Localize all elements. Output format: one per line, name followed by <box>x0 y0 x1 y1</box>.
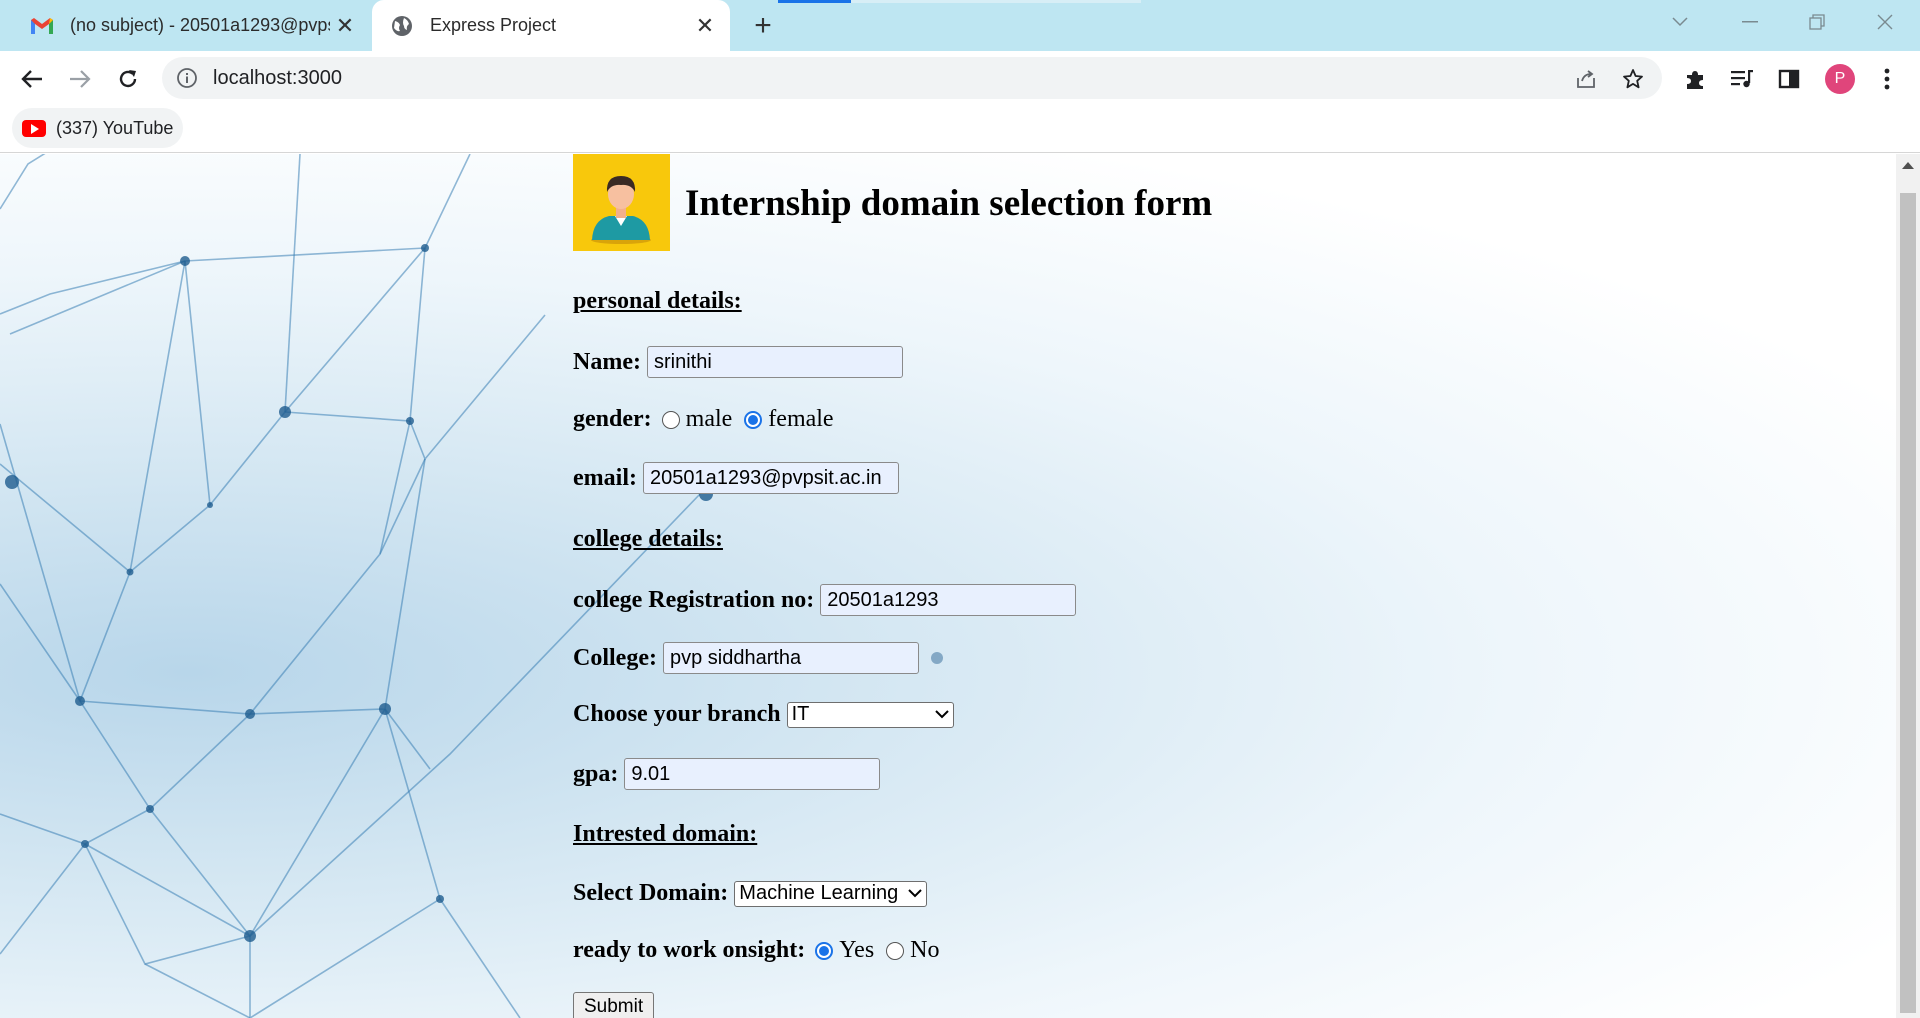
domain-label: Select Domain: <box>573 880 729 906</box>
page-title: Internship domain selection form <box>685 183 1213 224</box>
menu-kebab-icon[interactable] <box>1873 65 1901 93</box>
bookmark-star-icon[interactable] <box>1620 66 1646 92</box>
onsite-yes-radio[interactable] <box>815 941 834 960</box>
close-tab-icon[interactable]: ✕ <box>330 11 360 41</box>
onsite-no-label[interactable]: No <box>910 937 939 964</box>
tab-title: (no subject) - 20501a1293@pvps <box>70 15 330 35</box>
url-text[interactable]: localhost:3000 <box>213 67 342 90</box>
branch-label: Choose your branch <box>573 701 781 727</box>
side-panel-icon[interactable] <box>1775 65 1803 93</box>
minimize-icon[interactable] <box>1715 0 1785 44</box>
profile-avatar[interactable]: P <box>1825 64 1855 94</box>
site-info-icon[interactable] <box>176 67 198 89</box>
back-arrow-icon[interactable] <box>12 59 52 99</box>
tab-express-project[interactable]: Express Project ✕ <box>372 0 730 51</box>
email-label: email: <box>573 464 637 491</box>
branch-select[interactable]: IT <box>786 701 954 728</box>
media-playlist-icon[interactable] <box>1728 65 1756 93</box>
gmail-icon <box>30 14 54 38</box>
branch-selected-value: IT <box>791 703 810 725</box>
share-icon[interactable] <box>1573 66 1599 92</box>
section-personal-details: personal details: <box>573 288 742 314</box>
chevron-down-icon <box>934 710 949 719</box>
bookmark-label: (337) YouTube <box>56 117 174 138</box>
scroll-up-arrow-icon[interactable] <box>1902 162 1914 169</box>
tab-strip-highlight <box>851 0 1141 3</box>
gender-female-label[interactable]: female <box>768 406 833 433</box>
gender-label: gender: <box>573 406 652 432</box>
gender-male-label[interactable]: male <box>686 406 733 433</box>
name-input[interactable]: srinithi <box>646 346 903 378</box>
college-label: College: <box>573 644 657 671</box>
globe-icon <box>390 14 414 38</box>
scrollbar-thumb[interactable] <box>1900 193 1916 1013</box>
bookmark-youtube[interactable]: (337) YouTube <box>12 108 184 148</box>
onsite-no-radio[interactable] <box>886 941 905 960</box>
gpa-label: gpa: <box>573 760 619 787</box>
extensions-puzzle-icon[interactable] <box>1681 65 1709 93</box>
gpa-input[interactable]: 9.01 <box>624 758 881 790</box>
domain-select[interactable]: Machine Learning <box>734 880 928 907</box>
close-tab-icon[interactable]: ✕ <box>690 11 720 41</box>
onsite-yes-label[interactable]: Yes <box>839 937 874 964</box>
college-input[interactable]: pvp siddhartha <box>662 642 919 674</box>
page-viewport: Internship domain selection form persona… <box>0 154 1896 1018</box>
domain-selected-value: Machine Learning <box>739 882 899 904</box>
section-college-details: college details: <box>573 526 723 552</box>
onsite-label: ready to work onsight: <box>573 937 806 963</box>
tab-strip-accent <box>778 0 851 3</box>
chevron-down-icon <box>908 889 923 898</box>
registration-input[interactable]: 20501a1293 <box>820 584 1077 616</box>
student-avatar-logo <box>573 154 670 251</box>
gender-male-radio[interactable] <box>661 410 680 429</box>
page-scrollbar[interactable] <box>1896 154 1920 1018</box>
submit-button[interactable]: Submit <box>573 992 655 1018</box>
new-tab-button[interactable]: + <box>745 8 781 44</box>
tab-gmail[interactable]: (no subject) - 20501a1293@pvps ✕ <box>18 0 370 51</box>
bookmarks-bar: (337) YouTube <box>0 106 1920 153</box>
name-label: Name: <box>573 348 641 375</box>
browser-toolbar: localhost:3000 P <box>0 51 1920 106</box>
tab-title: Express Project <box>430 15 557 35</box>
close-window-icon[interactable] <box>1850 0 1920 44</box>
reload-icon[interactable] <box>108 59 148 99</box>
gender-female-radio[interactable] <box>744 410 763 429</box>
section-interested-domain: Intrested domain: <box>573 821 758 847</box>
registration-label: college Registration no: <box>573 586 815 613</box>
youtube-icon <box>22 119 46 137</box>
address-bar[interactable]: localhost:3000 <box>162 57 1662 99</box>
tab-strip: (no subject) - 20501a1293@pvps ✕ Express… <box>0 0 1920 51</box>
forward-arrow-icon[interactable] <box>60 59 100 99</box>
email-input[interactable]: 20501a1293@pvpsit.ac.in <box>642 462 899 494</box>
tab-search-chevron-icon[interactable] <box>1645 0 1715 44</box>
restore-icon[interactable] <box>1782 0 1852 44</box>
